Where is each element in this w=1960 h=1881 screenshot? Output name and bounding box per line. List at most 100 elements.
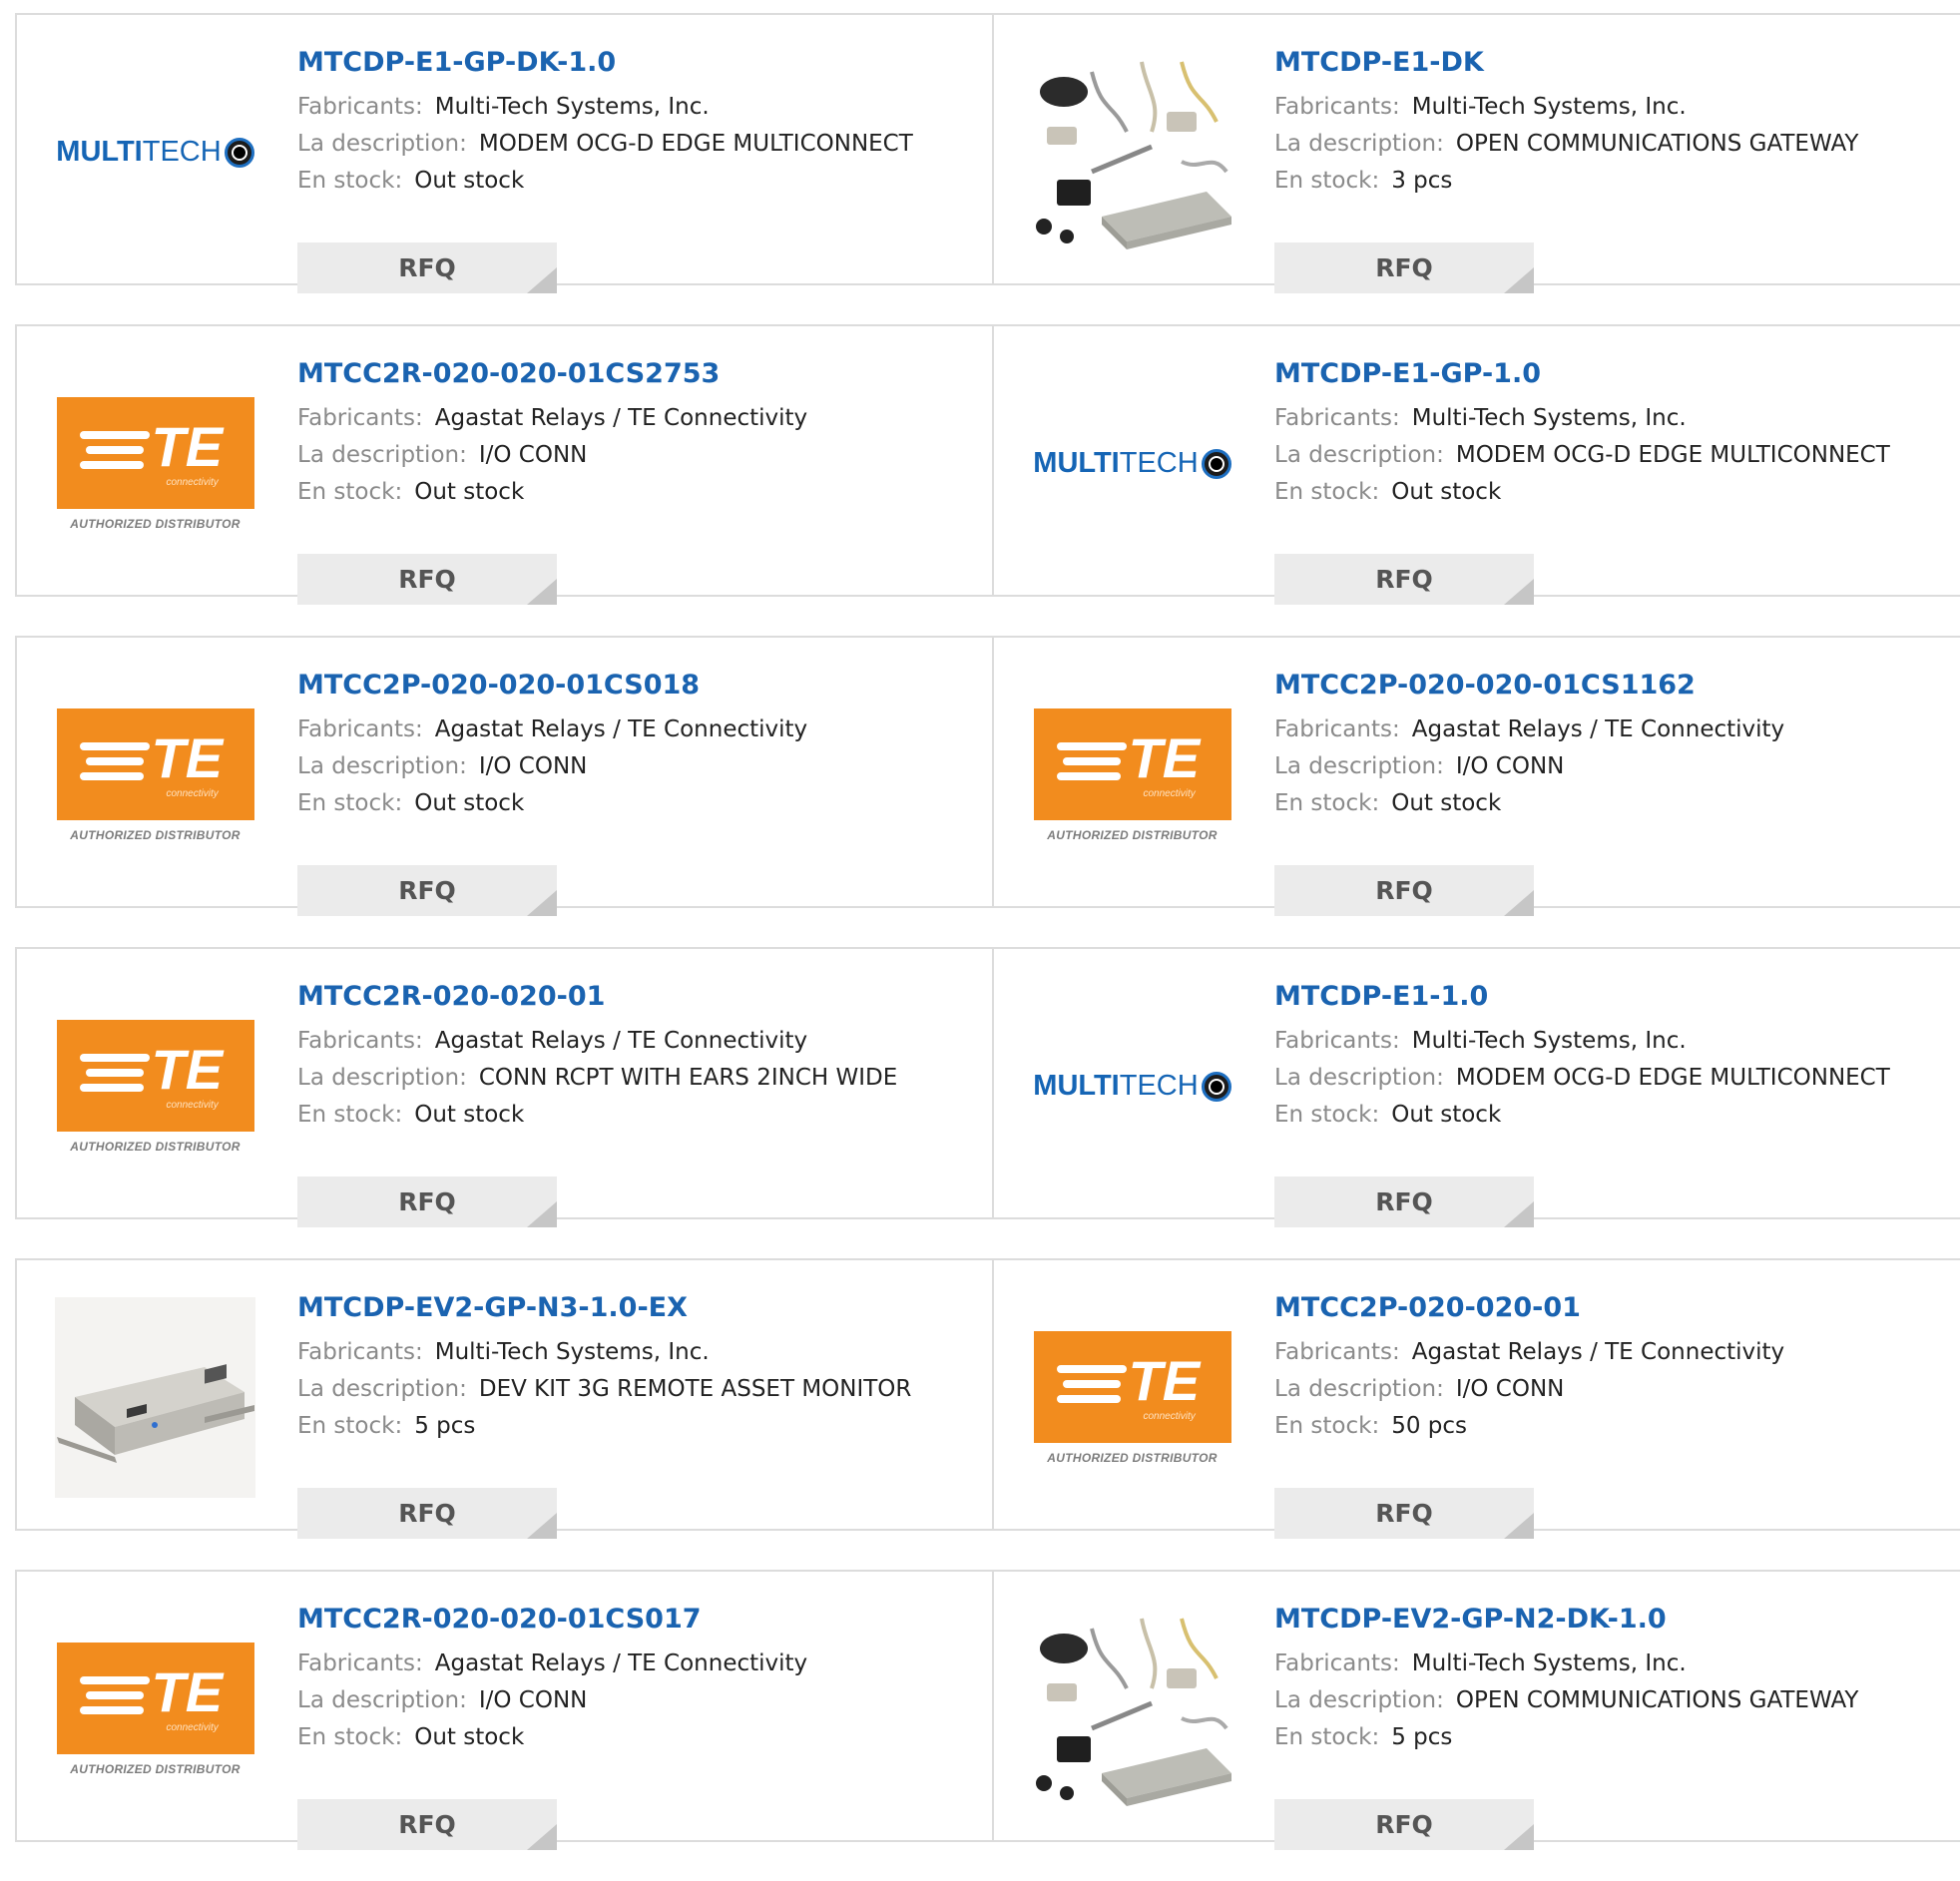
te-logo-box: TE connectivity	[56, 396, 254, 509]
stock-label: En stock:	[297, 1413, 403, 1439]
dev-kit-photo	[1032, 52, 1232, 252]
multitech-logo-mark	[224, 137, 254, 168]
te-logo-subtext: connectivity	[1143, 787, 1196, 799]
rfq-corner-triangle	[527, 1201, 557, 1227]
rfq-corner-triangle	[1504, 1513, 1534, 1539]
part-number-link[interactable]: MTCC2R-020-020-01CS2753	[297, 356, 982, 392]
product-card: TE connectivity AUTHORIZED DISTRIBUTOR M…	[17, 1572, 992, 1850]
part-number-link[interactable]: MTCC2P-020-020-01CS018	[297, 668, 982, 704]
rfq-label: RFQ	[1375, 1187, 1433, 1216]
te-logo-subtext: connectivity	[1143, 1410, 1196, 1422]
description-label: La description:	[297, 1687, 467, 1713]
rfq-button[interactable]: RFQ	[1274, 242, 1534, 293]
multitech-logo-text: TECH	[142, 136, 222, 168]
multitech-logo: MULTI TECH	[1033, 1070, 1231, 1103]
te-logo-text: TE	[1128, 725, 1201, 789]
part-number-link[interactable]: MTCDP-E1-GP-1.0	[1274, 356, 1950, 392]
description-line: La description: I/O CONN	[1274, 748, 1950, 785]
manufacturer-label: Fabricants:	[297, 1339, 423, 1365]
description-line: La description: I/O CONN	[297, 1682, 982, 1719]
te-logo-bars	[1056, 741, 1127, 787]
product-info: MTCDP-EV2-GP-N2-DK-1.0 Fabricants: Multi-…	[1274, 1602, 1950, 1850]
multitech-logo: MULTI TECH	[56, 136, 254, 169]
multitech-logo-text-bold: MULTI	[56, 136, 143, 168]
rfq-button[interactable]: RFQ	[1274, 865, 1534, 916]
manufacturer-label: Fabricants:	[1274, 1650, 1400, 1676]
rfq-button[interactable]: RFQ	[297, 554, 557, 605]
part-number-link[interactable]: MTCDP-E1-1.0	[1274, 979, 1950, 1015]
manufacturer-label: Fabricants:	[297, 1028, 423, 1054]
rfq-label: RFQ	[1375, 565, 1433, 594]
manufacturer-value: Multi-Tech Systems, Inc.	[1411, 1650, 1687, 1676]
manufacturer-value: Agastat Relays / TE Connectivity	[1411, 1339, 1785, 1365]
te-logo-text: TE	[1128, 1348, 1201, 1412]
te-logo-subtext: connectivity	[166, 1099, 219, 1111]
product-row: MTCDP-EV2-GP-N3-1.0-EX Fabricants: Multi-…	[15, 1258, 1960, 1539]
stock-label: En stock:	[1274, 168, 1380, 194]
manufacturer-line: Fabricants: Agastat Relays / TE Connectiv…	[297, 1646, 982, 1682]
part-number-link[interactable]: MTCC2P-020-020-01CS1162	[1274, 668, 1950, 704]
manufacturer-value: Multi-Tech Systems, Inc.	[434, 1339, 710, 1365]
rfq-button[interactable]: RFQ	[1274, 554, 1534, 605]
te-logo-text: TE	[151, 414, 224, 478]
part-number-link[interactable]: MTCC2R-020-020-01	[297, 979, 982, 1015]
authorized-distributor-badge: AUTHORIZED DISTRIBUTOR	[70, 1761, 241, 1776]
te-connectivity-logo: TE connectivity AUTHORIZED DISTRIBUTOR	[55, 396, 255, 531]
product-info: MTCC2P-020-020-01CS018 Fabricants: Agasta…	[297, 668, 982, 916]
part-number-link[interactable]: MTCDP-E1-GP-DK-1.0	[297, 45, 982, 81]
manufacturer-value: Multi-Tech Systems, Inc.	[1411, 94, 1687, 120]
product-image	[55, 1297, 255, 1498]
description-value: OPEN COMMUNICATIONS GATEWAY	[1455, 131, 1859, 157]
description-label: La description:	[297, 131, 467, 157]
dev-kit-photo	[1032, 1609, 1232, 1809]
stock-value: Out stock	[1391, 1102, 1502, 1128]
device-photo	[55, 1297, 255, 1498]
rfq-button[interactable]: RFQ	[297, 865, 557, 916]
stock-label: En stock:	[1274, 479, 1380, 505]
part-number-link[interactable]: MTCC2P-020-020-01	[1274, 1290, 1950, 1326]
rfq-label: RFQ	[1375, 1810, 1433, 1839]
rfq-button[interactable]: RFQ	[1274, 1176, 1534, 1227]
stock-label: En stock:	[1274, 1102, 1380, 1128]
manufacturer-line: Fabricants: Agastat Relays / TE Connectiv…	[1274, 711, 1950, 748]
product-info: MTCC2R-020-020-01CS017 Fabricants: Agasta…	[297, 1602, 982, 1850]
stock-label: En stock:	[297, 479, 403, 505]
product-image: TE connectivity AUTHORIZED DISTRIBUTOR	[55, 986, 255, 1186]
rfq-corner-triangle	[527, 1824, 557, 1850]
product-image: MULTI TECH	[1032, 986, 1232, 1186]
product-card: TE connectivity AUTHORIZED DISTRIBUTOR M…	[992, 1260, 1960, 1539]
rfq-button[interactable]: RFQ	[297, 242, 557, 293]
description-value: I/O CONN	[1455, 1376, 1565, 1402]
stock-line: En stock: 5 pcs	[297, 1408, 982, 1445]
rfq-button[interactable]: RFQ	[1274, 1799, 1534, 1850]
description-label: La description:	[297, 442, 467, 468]
part-number-link[interactable]: MTCC2R-020-020-01CS017	[297, 1602, 982, 1638]
description-label: La description:	[297, 753, 467, 779]
stock-label: En stock:	[297, 790, 403, 816]
stock-line: En stock: Out stock	[297, 1097, 982, 1134]
rfq-button[interactable]: RFQ	[297, 1799, 557, 1850]
rfq-button[interactable]: RFQ	[297, 1176, 557, 1227]
te-logo-box: TE connectivity	[1033, 707, 1231, 820]
te-logo-bars	[1056, 1364, 1127, 1410]
rfq-button[interactable]: RFQ	[297, 1488, 557, 1539]
manufacturer-line: Fabricants: Agastat Relays / TE Connectiv…	[297, 400, 982, 437]
description-label: La description:	[1274, 1065, 1444, 1091]
part-number-link[interactable]: MTCDP-EV2-GP-N2-DK-1.0	[1274, 1602, 1950, 1638]
product-info: MTCC2R-020-020-01CS2753 Fabricants: Agast…	[297, 356, 982, 605]
product-card: TE connectivity AUTHORIZED DISTRIBUTOR M…	[992, 638, 1960, 916]
rfq-button[interactable]: RFQ	[1274, 1488, 1534, 1539]
part-number-link[interactable]: MTCDP-EV2-GP-N3-1.0-EX	[297, 1290, 982, 1326]
product-image: TE connectivity AUTHORIZED DISTRIBUTOR	[55, 363, 255, 564]
stock-line: En stock: Out stock	[1274, 785, 1950, 822]
manufacturer-line: Fabricants: Agastat Relays / TE Connectiv…	[297, 1023, 982, 1060]
rfq-corner-triangle	[1504, 1201, 1534, 1227]
product-card: MTCDP-E1-DK Fabricants: Multi-Tech System…	[992, 15, 1960, 293]
description-value: DEV KIT 3G REMOTE ASSET MONITOR	[478, 1376, 912, 1402]
description-line: La description: MODEM OCG-D EDGE MULTICON…	[1274, 1060, 1950, 1097]
part-number-link[interactable]: MTCDP-E1-DK	[1274, 45, 1950, 81]
manufacturer-line: Fabricants: Multi-Tech Systems, Inc.	[1274, 1023, 1950, 1060]
stock-value: Out stock	[414, 168, 525, 194]
stock-value: Out stock	[1391, 479, 1502, 505]
stock-line: En stock: Out stock	[297, 785, 982, 822]
